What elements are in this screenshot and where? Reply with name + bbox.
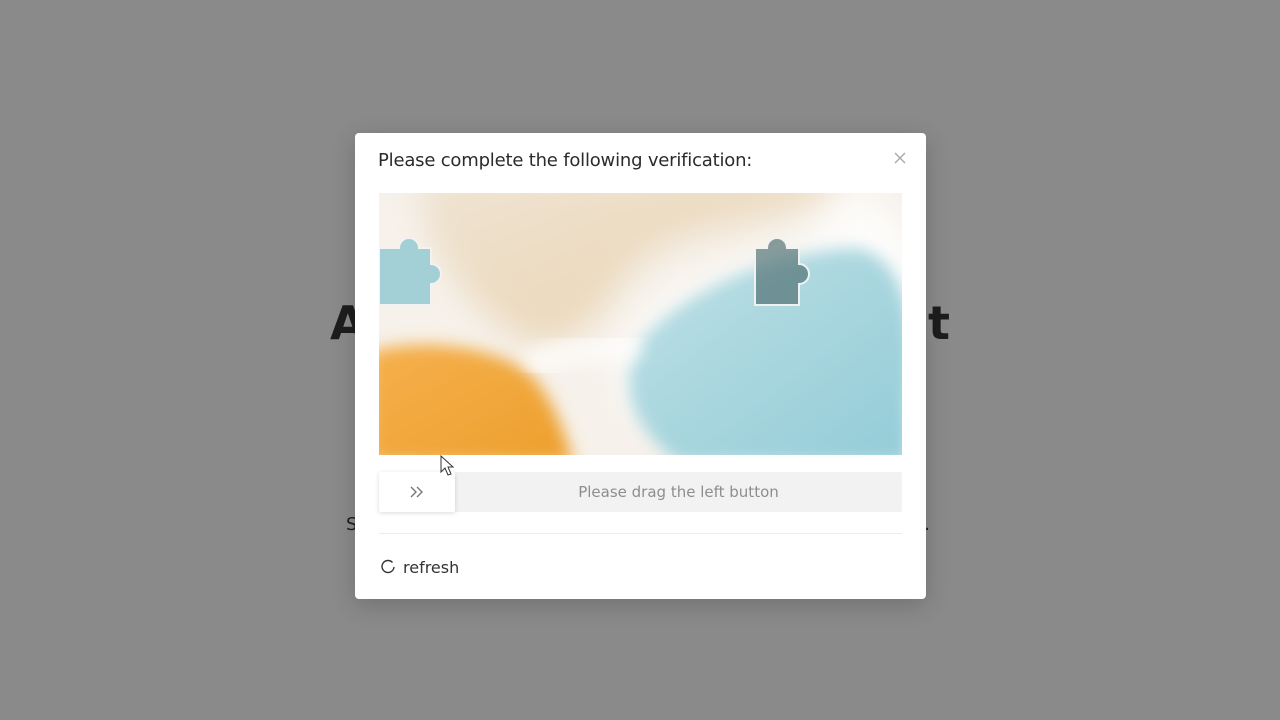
close-button[interactable] (892, 150, 908, 166)
close-icon (894, 152, 906, 164)
divider (379, 533, 902, 534)
refresh-label: refresh (403, 557, 460, 577)
refresh-button[interactable]: refresh (379, 556, 459, 578)
puzzle-image (379, 193, 902, 455)
puzzle-background (379, 193, 902, 455)
modal-title: Please complete the following verificati… (378, 150, 753, 171)
verification-modal: Please complete the following verificati… (355, 133, 926, 599)
background-heading-end: t (928, 296, 950, 350)
slider-handle[interactable] (379, 472, 455, 512)
mouse-pointer-icon (440, 455, 455, 476)
puzzle-piece (379, 237, 442, 306)
refresh-icon (381, 559, 395, 574)
double-chevron-right-icon (410, 486, 423, 498)
slider-hint: Please drag the left button (578, 483, 779, 501)
slider-track[interactable]: Please drag the left button (379, 472, 902, 512)
